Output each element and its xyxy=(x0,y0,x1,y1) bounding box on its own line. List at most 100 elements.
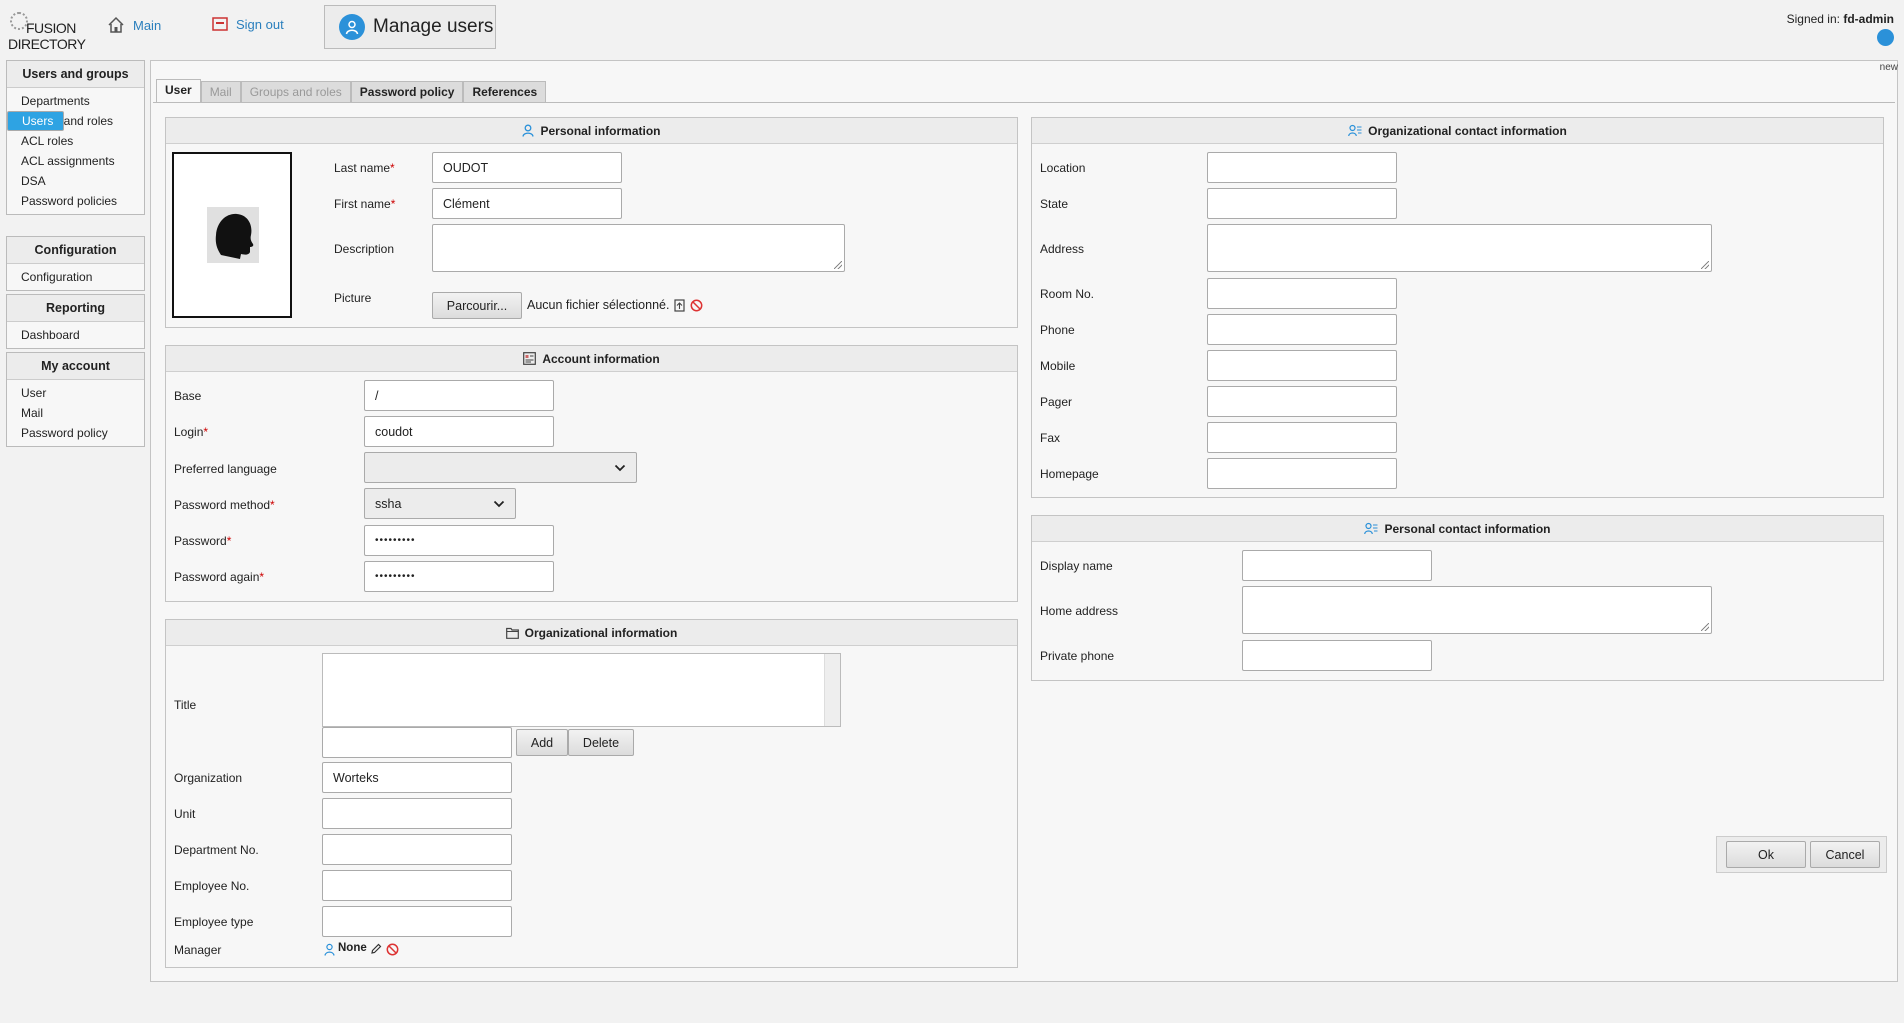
panel-header: Account information xyxy=(166,346,1017,372)
sidebar-item-dsa[interactable]: DSA xyxy=(7,171,144,191)
chevron-down-icon xyxy=(493,500,505,507)
sidebar-section-title: Reporting xyxy=(7,295,144,322)
sidebar-item-departments[interactable]: Departments xyxy=(7,91,144,111)
user-icon xyxy=(339,14,365,40)
ok-button[interactable]: Ok xyxy=(1726,841,1806,868)
mobile-field[interactable] xyxy=(1207,350,1397,381)
password-field[interactable]: ••••••••• xyxy=(364,525,554,556)
home-address-field[interactable] xyxy=(1242,586,1712,634)
password-method-label: Password method* xyxy=(174,498,275,512)
organizational-contact-panel: Organizational contact information Locat… xyxy=(1031,117,1884,498)
last-name-field[interactable]: OUDOT xyxy=(432,152,622,183)
no-file-text: Aucun fichier sélectionné. xyxy=(527,298,670,312)
signout-link-label: Sign out xyxy=(236,16,284,32)
title-list-scrollbar[interactable] xyxy=(824,654,840,726)
home-icon xyxy=(108,16,124,33)
edit-icon[interactable] xyxy=(370,943,382,955)
base-field[interactable]: / xyxy=(364,380,554,411)
cancel-button[interactable]: Cancel xyxy=(1810,841,1880,868)
employee-type-field[interactable] xyxy=(322,906,512,937)
state-field[interactable] xyxy=(1207,188,1397,219)
unit-field[interactable] xyxy=(322,798,512,829)
person-icon xyxy=(324,943,335,956)
display-name-label: Display name xyxy=(1040,559,1113,573)
title-input[interactable] xyxy=(322,727,512,758)
remove-icon[interactable] xyxy=(386,943,399,956)
room-no-field[interactable] xyxy=(1207,278,1397,309)
title-list[interactable] xyxy=(322,653,841,727)
main-link[interactable]: Main xyxy=(107,16,161,34)
manager-label: Manager xyxy=(174,943,222,957)
tab-groups-and-roles[interactable]: Groups and roles xyxy=(240,81,351,102)
signout-icon xyxy=(212,17,228,31)
signout-link[interactable]: Sign out xyxy=(212,16,284,32)
browse-button[interactable]: Parcourir... xyxy=(432,292,522,319)
password-method-select[interactable]: ssha xyxy=(364,488,516,519)
folder-icon xyxy=(505,627,519,639)
tab-user[interactable]: User xyxy=(156,79,201,102)
sidebar-item-user[interactable]: User xyxy=(7,383,144,403)
home-address-label: Home address xyxy=(1040,604,1119,618)
sidebar-item-users[interactable]: Users xyxy=(7,111,65,131)
panel-header: Organizational contact information xyxy=(1032,118,1883,144)
sidebar-item-acl-assignments[interactable]: ACL assignments xyxy=(7,151,144,171)
department-no-label: Department No. xyxy=(174,843,259,857)
sidebar-item-configuration[interactable]: Configuration xyxy=(7,267,144,287)
sidebar-section-title: Configuration xyxy=(7,237,144,264)
organization-label: Organization xyxy=(174,771,243,785)
tab-references[interactable]: References xyxy=(463,81,547,102)
account-card-icon xyxy=(523,352,537,365)
panel-title: Personal information xyxy=(540,123,661,138)
state-label: State xyxy=(1040,197,1069,211)
base-label: Base xyxy=(174,389,202,403)
password-again-field[interactable]: ••••••••• xyxy=(364,561,554,592)
panel-header: Personal information xyxy=(166,118,1017,144)
description-field[interactable] xyxy=(432,224,845,272)
sidebar-item-mail[interactable]: Mail xyxy=(7,403,144,423)
sidebar-item-password-policies[interactable]: Password policies xyxy=(7,191,144,211)
remove-icon[interactable] xyxy=(690,299,703,312)
description-label: Description xyxy=(334,242,395,256)
homepage-field[interactable] xyxy=(1207,458,1397,489)
tab-password-policy[interactable]: Password policy xyxy=(350,81,464,102)
fax-label: Fax xyxy=(1040,431,1061,445)
employee-no-field[interactable] xyxy=(322,870,512,901)
add-title-button[interactable]: Add xyxy=(516,729,568,756)
upload-icon[interactable] xyxy=(674,299,686,312)
person-icon xyxy=(522,124,535,137)
sidebar-item-password-policy[interactable]: Password policy xyxy=(7,423,144,443)
session-timer-icon xyxy=(1877,29,1894,46)
contact-icon xyxy=(1348,124,1362,137)
fusiondirectory-logo[interactable]: FUSION DIRECTORY xyxy=(8,8,86,52)
sidebar-section-my-account: My account User Mail Password policy xyxy=(6,352,145,447)
sidebar-item-acl-roles[interactable]: ACL roles xyxy=(7,131,144,151)
sidebar-section-configuration: Configuration Configuration xyxy=(6,236,145,291)
login-label: Login* xyxy=(174,425,209,439)
employee-no-label: Employee No. xyxy=(174,879,250,893)
pager-field[interactable] xyxy=(1207,386,1397,417)
signed-in-user[interactable]: fd-admin xyxy=(1843,12,1894,26)
preferred-language-select[interactable] xyxy=(364,452,637,483)
sidebar-item-dashboard[interactable]: Dashboard xyxy=(7,325,144,345)
personal-contact-panel: Personal contact information Display nam… xyxy=(1031,515,1884,681)
room-no-label: Room No. xyxy=(1040,287,1095,301)
department-no-field[interactable] xyxy=(322,834,512,865)
organization-field[interactable]: Worteks xyxy=(322,762,512,793)
phone-label: Phone xyxy=(1040,323,1075,337)
address-field[interactable] xyxy=(1207,224,1712,272)
default-avatar-icon xyxy=(207,207,259,263)
delete-title-button[interactable]: Delete xyxy=(568,729,634,756)
private-phone-field[interactable] xyxy=(1242,640,1432,671)
display-name-field[interactable] xyxy=(1242,550,1432,581)
tab-mail[interactable]: Mail xyxy=(200,81,241,102)
title-label: Title xyxy=(174,698,197,712)
fax-field[interactable] xyxy=(1207,422,1397,453)
chevron-down-icon xyxy=(614,464,626,471)
login-field[interactable]: coudot xyxy=(364,416,554,447)
location-field[interactable] xyxy=(1207,152,1397,183)
mobile-label: Mobile xyxy=(1040,359,1076,373)
location-label: Location xyxy=(1040,161,1086,175)
new-tag: new xyxy=(1879,62,1898,73)
phone-field[interactable] xyxy=(1207,314,1397,345)
first-name-field[interactable]: Clément xyxy=(432,188,622,219)
